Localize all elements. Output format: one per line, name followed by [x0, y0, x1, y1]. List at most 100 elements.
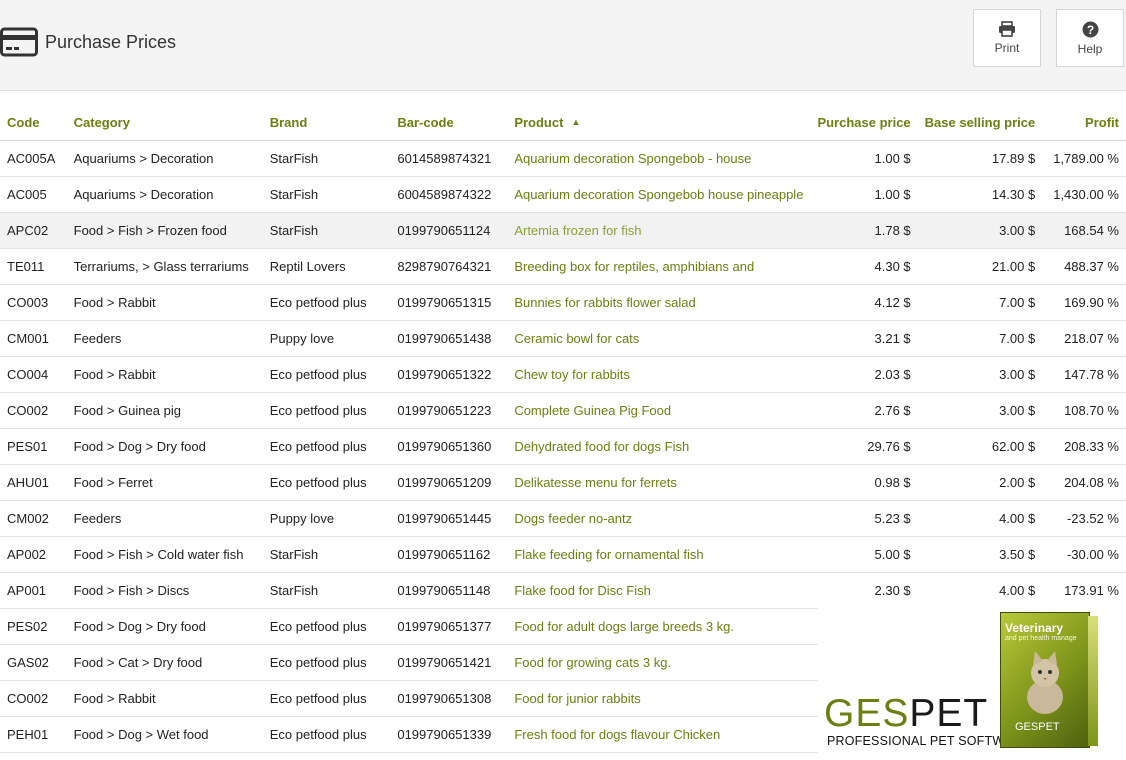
page-header: Purchase Prices Print ? Help [0, 0, 1126, 91]
cell-profit: 1,430.00 % [1042, 176, 1126, 213]
cell-product[interactable]: Food for growing cats 3 kg. [507, 644, 811, 681]
column-header-barcode[interactable]: Bar-code [390, 104, 508, 141]
gespet-promo: GESPET PROFESSIONAL PET SOFTWARE Veterin… [818, 608, 1126, 760]
cell-barcode: 0199790651308 [390, 680, 508, 717]
box-brand: GESPET [1015, 721, 1060, 733]
cell-product[interactable]: Flake feeding for ornamental fish [507, 536, 811, 573]
cell-brand: Eco petfood plus [262, 356, 391, 393]
page-title: Purchase Prices [45, 31, 177, 52]
cell-brand: StarFish [262, 140, 391, 177]
print-button[interactable]: Print [973, 9, 1041, 67]
title-area: Purchase Prices [0, 20, 176, 64]
cell-brand: Puppy love [262, 320, 391, 357]
cell-base-selling-price: 7.00 $ [917, 320, 1043, 357]
table-row[interactable]: AC005A Aquariums > Decoration StarFish 6014… [0, 140, 1126, 177]
cell-product[interactable]: Complete Guinea Pig Food [507, 392, 811, 429]
table-row[interactable]: CO004 Food > Rabbit Eco petfood plus 019979… [0, 356, 1126, 393]
cell-code: CO002 [0, 392, 67, 429]
cell-code: PES01 [0, 428, 67, 465]
cell-barcode: 0199790651339 [390, 716, 508, 753]
cell-profit: -23.52 % [1042, 500, 1126, 537]
cell-product[interactable]: Dogs feeder no-antz [507, 500, 811, 537]
cell-base-selling-price: 4.00 $ [917, 500, 1043, 537]
cell-product[interactable]: Breeding box for reptiles, amphibians an… [507, 248, 811, 285]
cell-purchase-price: 29.76 $ [810, 428, 918, 465]
cell-barcode: 0199790651322 [390, 356, 508, 393]
cell-brand: Eco petfood plus [262, 716, 391, 753]
cell-product[interactable]: Flake food for Disc Fish [507, 572, 811, 609]
cell-purchase-price: 4.30 $ [810, 248, 918, 285]
printer-icon [999, 21, 1015, 37]
software-box-side [1088, 616, 1098, 746]
cell-product[interactable]: Artemia frozen for fish [507, 212, 811, 249]
cell-base-selling-price: 21.00 $ [917, 248, 1043, 285]
column-header-category[interactable]: Category [66, 104, 263, 141]
cell-profit: 208.33 % [1042, 428, 1126, 465]
column-header-base-selling-price[interactable]: Base selling price [917, 104, 1043, 141]
cell-product[interactable]: Chew toy for rabbits [507, 356, 811, 393]
cell-category: Feeders [66, 320, 263, 357]
cell-barcode: 0199790651445 [390, 500, 508, 537]
cell-purchase-price: 2.03 $ [810, 356, 918, 393]
cell-purchase-price: 2.30 $ [810, 572, 918, 609]
cell-barcode: 0199790651209 [390, 464, 508, 501]
cell-base-selling-price: 62.00 $ [917, 428, 1043, 465]
cell-category: Aquariums > Decoration [66, 176, 263, 213]
print-label: Print [994, 41, 1020, 55]
cell-profit: 218.07 % [1042, 320, 1126, 357]
cell-profit: -30.00 % [1042, 536, 1126, 573]
cell-category: Terrariums, > Glass terrariums [66, 248, 263, 285]
cell-product[interactable]: Fresh food for dogs flavour Chicken [507, 716, 811, 753]
cell-code: GAS02 [0, 644, 67, 681]
table-row[interactable]: AHU01 Food > Ferret Eco petfood plus 019979… [0, 464, 1126, 501]
cell-brand: Eco petfood plus [262, 428, 391, 465]
cell-code: AC005A [0, 140, 67, 177]
box-title: Veterinary [1005, 621, 1064, 635]
cell-brand: Reptil Lovers [262, 248, 391, 285]
cell-base-selling-price: 7.00 $ [917, 284, 1043, 321]
table-row[interactable]: AC005 Aquariums > Decoration StarFish 60045… [0, 176, 1126, 213]
cell-product[interactable]: Bunnies for rabbits flower salad [507, 284, 811, 321]
cell-code: PEH01 [0, 716, 67, 753]
cell-product[interactable]: Food for adult dogs large breeds 3 kg. [507, 608, 811, 645]
table-row[interactable]: CM002 Feeders Puppy love 0199790651445 Dogs … [0, 500, 1126, 537]
cell-category: Food > Fish > Cold water fish [66, 536, 263, 573]
cell-code: AC005 [0, 176, 67, 213]
table-row[interactable]: APC02 Food > Fish > Frozen food StarFish 01… [0, 212, 1126, 249]
table-row[interactable]: AP001 Food > Fish > Discs StarFish 01997906… [0, 572, 1126, 609]
column-header-profit[interactable]: Profit [1042, 104, 1126, 141]
cell-purchase-price: 1.78 $ [810, 212, 918, 249]
table-row[interactable]: CM001 Feeders Puppy love 0199790651438 Ceram… [0, 320, 1126, 357]
cell-product[interactable]: Delikatesse menu for ferrets [507, 464, 811, 501]
cell-brand: StarFish [262, 572, 391, 609]
cell-category: Food > Rabbit [66, 680, 263, 717]
cell-purchase-price: 5.23 $ [810, 500, 918, 537]
cell-base-selling-price: 3.00 $ [917, 212, 1043, 249]
cell-purchase-price: 1.00 $ [810, 176, 918, 213]
cell-brand: Eco petfood plus [262, 608, 391, 645]
column-header-brand[interactable]: Brand [262, 104, 391, 141]
credit-card-icon [0, 27, 38, 57]
table-row[interactable]: AP002 Food > Fish > Cold water fish StarFi… [0, 536, 1126, 573]
cell-product[interactable]: Aquarium decoration Spongebob - house [507, 140, 811, 177]
cell-category: Food > Ferret [66, 464, 263, 501]
column-header-product[interactable]: Product ▲ [507, 104, 811, 141]
help-button[interactable]: ? Help [1056, 9, 1124, 67]
cell-barcode: 8298790764321 [390, 248, 508, 285]
cell-product[interactable]: Aquarium decoration Spongebob house pine… [507, 176, 811, 213]
cell-category: Food > Dog > Dry food [66, 428, 263, 465]
cell-barcode: 0199790651148 [390, 572, 508, 609]
cell-product[interactable]: Dehydrated food for dogs Fish [507, 428, 811, 465]
table-row[interactable]: CO003 Food > Rabbit Eco petfood plus 019979… [0, 284, 1126, 321]
column-header-code[interactable]: Code [0, 104, 67, 141]
table-row[interactable]: TE011 Terrariums, > Glass terrariums Repti… [0, 248, 1126, 285]
column-header-purchase-price[interactable]: Purchase price [810, 104, 918, 141]
table-row[interactable]: CO002 Food > Guinea pig Eco petfood plus 01… [0, 392, 1126, 429]
cell-profit: 173.91 % [1042, 572, 1126, 609]
table-row[interactable]: PES01 Food > Dog > Dry food Eco petfood pl… [0, 428, 1126, 465]
cell-product[interactable]: Ceramic bowl for cats [507, 320, 811, 357]
cell-product[interactable]: Food for junior rabbits [507, 680, 811, 717]
cell-profit: 1,789.00 % [1042, 140, 1126, 177]
cell-code: APC02 [0, 212, 67, 249]
cell-code: AP002 [0, 536, 67, 573]
